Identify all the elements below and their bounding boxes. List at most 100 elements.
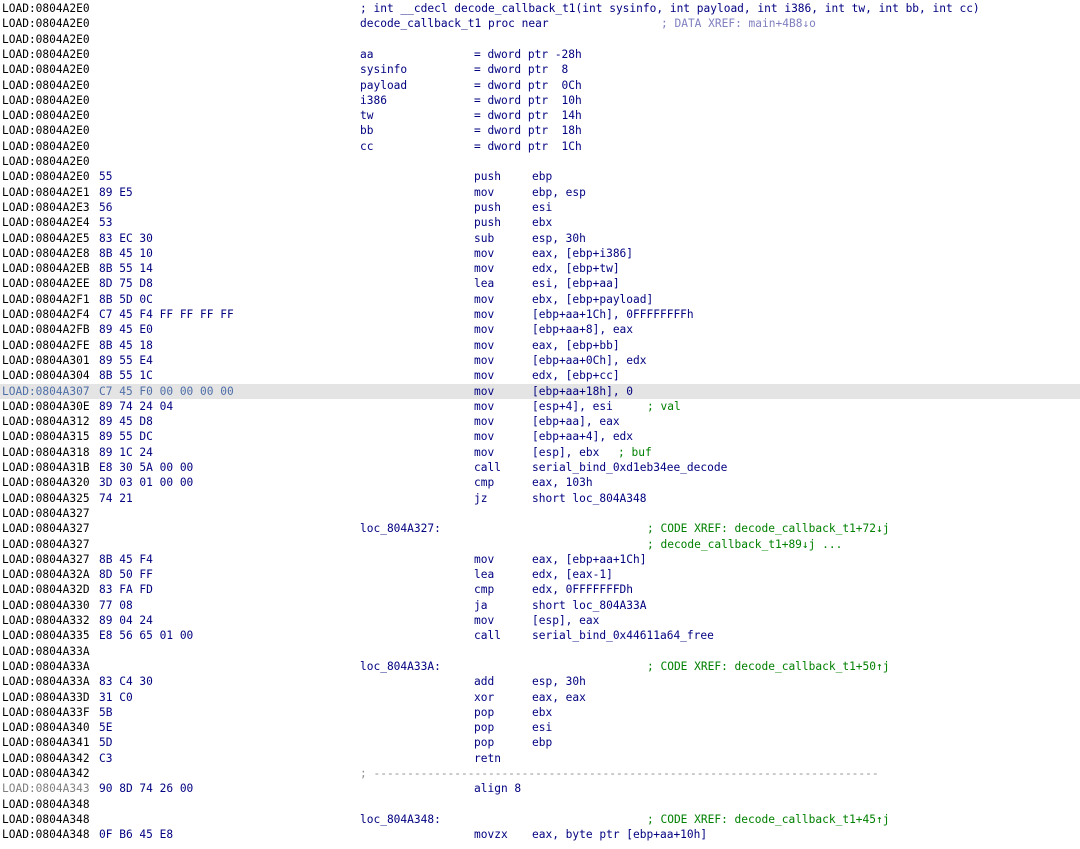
listing-line[interactable]: LOAD:0804A342 C3 retn [0, 751, 1080, 766]
instruction-operands[interactable]: eax, [ebp+i386] [532, 246, 633, 261]
listing-line[interactable]: LOAD:0804A2E3 56 push esi [0, 200, 1080, 215]
listing-line[interactable]: LOAD:0804A343 90 8D 74 26 00 align 8 [0, 781, 1080, 796]
instruction-operands[interactable]: ebx [532, 705, 552, 720]
instruction-operands[interactable]: [ebp+aa+18h], 0 [532, 384, 633, 399]
code-xref-comment[interactable]: ; CODE XREF: decode_callback_t1+45↑j [647, 812, 889, 827]
instruction-operands[interactable]: [esp], eax [532, 613, 599, 628]
listing-line[interactable]: LOAD:0804A348 0F B6 45 E8 movzx eax, byte p… [0, 827, 1080, 842]
opcode-bytes: 89 55 DC [99, 430, 153, 444]
stack-variable-name: cc [360, 139, 374, 153]
instruction-operands[interactable]: [ebp+aa+8], eax [532, 322, 633, 337]
listing-line[interactable]: LOAD:0804A342 ; -------------------------… [0, 766, 1080, 781]
listing-line[interactable]: LOAD:0804A2E0 sysinfo = dword ptr 8 [0, 62, 1080, 77]
instruction-operands[interactable]: esi [532, 720, 552, 735]
listing-line[interactable]: LOAD:0804A2E5 83 EC 30 sub esp, 30h [0, 231, 1080, 246]
listing-line[interactable]: LOAD:0804A315 89 55 DC mov [ebp+aa+4], edx [0, 429, 1080, 444]
listing-line[interactable]: LOAD:0804A348 loc_804A348: ; CODE XREF: de… [0, 812, 1080, 827]
instruction-operands[interactable]: edx, [ebp+tw] [532, 261, 620, 276]
instruction-operands[interactable]: ebp, esp [532, 185, 586, 200]
listing-line[interactable]: LOAD:0804A2E0 payload = dword ptr 0Ch [0, 78, 1080, 93]
listing-line[interactable]: LOAD:0804A33A [0, 644, 1080, 659]
instruction-operands[interactable]: edx, [ebp+cc] [532, 368, 620, 383]
listing-line[interactable]: LOAD:0804A2F4 C7 45 F4 FF FF FF FF mov [ebp… [0, 307, 1080, 322]
code-xref-comment[interactable]: ; decode_callback_t1+89↓j ... [647, 537, 842, 552]
listing-line[interactable]: LOAD:0804A33F 5B pop ebx [0, 705, 1080, 720]
instruction-operands[interactable]: eax, eax [532, 690, 586, 705]
instruction-operands[interactable]: short loc_804A348 [532, 491, 647, 506]
listing-line[interactable]: LOAD:0804A340 5E pop esi [0, 720, 1080, 735]
listing-line[interactable]: LOAD:0804A320 3D 03 01 00 00 cmp eax, 103h [0, 475, 1080, 490]
instruction-operands[interactable]: esp, 30h [532, 674, 586, 689]
instruction-operands[interactable]: [esp+4], esi [532, 399, 613, 414]
listing-line[interactable]: LOAD:0804A330 77 08 ja short loc_804A33A [0, 598, 1080, 613]
listing-line[interactable]: LOAD:0804A327 [0, 506, 1080, 521]
listing-line[interactable]: LOAD:0804A327 ; decode_callback_t1+89↓j .… [0, 537, 1080, 552]
listing-line[interactable]: LOAD:0804A33D 31 C0 xor eax, eax [0, 690, 1080, 705]
instruction-operands[interactable]: [ebp+aa+4], edx [532, 429, 633, 444]
listing-line[interactable]: LOAD:0804A2E0 tw = dword ptr 14h [0, 108, 1080, 123]
listing-line[interactable]: LOAD:0804A2E0 ; int __cdecl decode_callba… [0, 1, 1080, 16]
listing-line[interactable]: LOAD:0804A307 C7 45 F0 00 00 00 00 mov [ebp… [0, 383, 1080, 399]
instruction-operands[interactable]: ebp [532, 169, 552, 184]
listing-line[interactable]: LOAD:0804A30E 89 74 24 04 mov [esp+4], esi;… [0, 399, 1080, 414]
instruction-operands[interactable]: [esp], ebx [532, 445, 599, 460]
listing-line[interactable]: LOAD:0804A32A 8D 50 FF lea edx, [eax-1] [0, 567, 1080, 582]
listing-line[interactable]: LOAD:0804A33A loc_804A33A: ; CODE XREF: de… [0, 659, 1080, 674]
instruction-operands[interactable]: eax, 103h [532, 475, 593, 490]
listing-line[interactable]: LOAD:0804A2EB 8B 55 14 mov edx, [ebp+tw] [0, 261, 1080, 276]
instruction-operands[interactable]: esi, [ebp+aa] [532, 276, 620, 291]
listing-line[interactable]: LOAD:0804A318 89 1C 24 mov [esp], ebx ; buf [0, 445, 1080, 460]
instruction-operands[interactable]: [ebp+aa], eax [532, 414, 620, 429]
listing-line[interactable]: LOAD:0804A2E0 decode_callback_t1 proc nea… [0, 16, 1080, 31]
listing-line[interactable]: LOAD:0804A2E0 aa = dword ptr -28h [0, 47, 1080, 62]
instruction-operands[interactable]: [ebp+aa+1Ch], 0FFFFFFFFh [532, 307, 694, 322]
listing-line[interactable]: LOAD:0804A2E0 bb = dword ptr 18h [0, 123, 1080, 138]
code-xref-comment[interactable]: ; CODE XREF: decode_callback_t1+72↓j [647, 521, 889, 536]
listing-line[interactable]: LOAD:0804A2EE 8D 75 D8 lea esi, [ebp+aa] [0, 276, 1080, 291]
listing-line[interactable]: LOAD:0804A2E0 [0, 154, 1080, 169]
instruction-operands[interactable]: eax, byte ptr [ebp+aa+10h] [532, 827, 707, 842]
listing-line[interactable]: LOAD:0804A304 8B 55 1C mov edx, [ebp+cc] [0, 368, 1080, 383]
instruction-operands[interactable]: eax, [ebp+bb] [532, 338, 620, 353]
code-label[interactable]: loc_804A327: [360, 521, 441, 536]
listing-line[interactable]: LOAD:0804A2E0 cc = dword ptr 1Ch [0, 139, 1080, 154]
listing-line[interactable]: LOAD:0804A2E1 89 E5 mov ebp, esp [0, 185, 1080, 200]
listing-line[interactable]: LOAD:0804A33A 83 C4 30 add esp, 30h [0, 674, 1080, 689]
listing-line[interactable]: LOAD:0804A327 loc_804A327: ; CODE XREF: de… [0, 521, 1080, 536]
code-xref-comment[interactable]: ; CODE XREF: decode_callback_t1+50↑j [647, 659, 889, 674]
instruction-operands[interactable]: short loc_804A33A [532, 598, 647, 613]
instruction-operands[interactable]: ebx [532, 215, 552, 230]
listing-line[interactable]: LOAD:0804A312 89 45 D8 mov [ebp+aa], eax [0, 414, 1080, 429]
instruction-operands[interactable]: edx, [eax-1] [532, 567, 613, 582]
listing-line[interactable]: LOAD:0804A2E4 53 push ebx [0, 215, 1080, 230]
listing-line[interactable]: LOAD:0804A327 8B 45 F4 mov eax, [ebp+aa+1Ch… [0, 552, 1080, 567]
listing-line[interactable]: LOAD:0804A2E0 [0, 32, 1080, 47]
listing-line[interactable]: LOAD:0804A332 89 04 24 mov [esp], eax [0, 613, 1080, 628]
listing-line[interactable]: LOAD:0804A32D 83 FA FD cmp edx, 0FFFFFFFDh [0, 582, 1080, 597]
instruction-operands[interactable]: esi [532, 200, 552, 215]
instruction-operands[interactable]: [ebp+aa+0Ch], edx [532, 353, 647, 368]
instruction-operands[interactable]: edx, 0FFFFFFFDh [532, 582, 633, 597]
code-label[interactable]: loc_804A348: [360, 812, 441, 827]
instruction-operands[interactable]: ebp [532, 735, 552, 750]
listing-line[interactable]: LOAD:0804A2FE 8B 45 18 mov eax, [ebp+bb] [0, 338, 1080, 353]
listing-line[interactable]: LOAD:0804A2E0 55 push ebp [0, 169, 1080, 184]
instruction-operands[interactable]: ebx, [ebp+payload] [532, 292, 653, 307]
instruction-operands[interactable]: serial_bind_0x44611a64_free [532, 628, 714, 643]
listing-line[interactable]: LOAD:0804A335 E8 56 65 01 00 call serial_bi… [0, 628, 1080, 643]
code-label[interactable]: loc_804A33A: [360, 659, 441, 674]
line-address: LOAD:0804A2E5 [2, 231, 90, 245]
listing-line[interactable]: LOAD:0804A325 74 21 jz short loc_804A348 [0, 491, 1080, 506]
listing-line[interactable]: LOAD:0804A341 5D pop ebp [0, 735, 1080, 750]
opcode-bytes: 5B [99, 705, 113, 719]
listing-line[interactable]: LOAD:0804A2FB 89 45 E0 mov [ebp+aa+8], eax [0, 322, 1080, 337]
instruction-operands[interactable]: esp, 30h [532, 231, 586, 246]
listing-line[interactable]: LOAD:0804A2E0 i386 = dword ptr 10h [0, 93, 1080, 108]
listing-line[interactable]: LOAD:0804A348 [0, 797, 1080, 812]
instruction-operands[interactable]: serial_bind_0xd1eb34ee_decode [532, 460, 727, 475]
instruction-operands[interactable]: eax, [ebp+aa+1Ch] [532, 552, 647, 567]
listing-line[interactable]: LOAD:0804A2F1 8B 5D 0C mov ebx, [ebp+payloa… [0, 292, 1080, 307]
listing-line[interactable]: LOAD:0804A2E8 8B 45 10 mov eax, [ebp+i386] [0, 246, 1080, 261]
listing-line[interactable]: LOAD:0804A31B E8 30 5A 00 00 call serial_bi… [0, 460, 1080, 475]
listing-line[interactable]: LOAD:0804A301 89 55 E4 mov [ebp+aa+0Ch], ed… [0, 353, 1080, 368]
